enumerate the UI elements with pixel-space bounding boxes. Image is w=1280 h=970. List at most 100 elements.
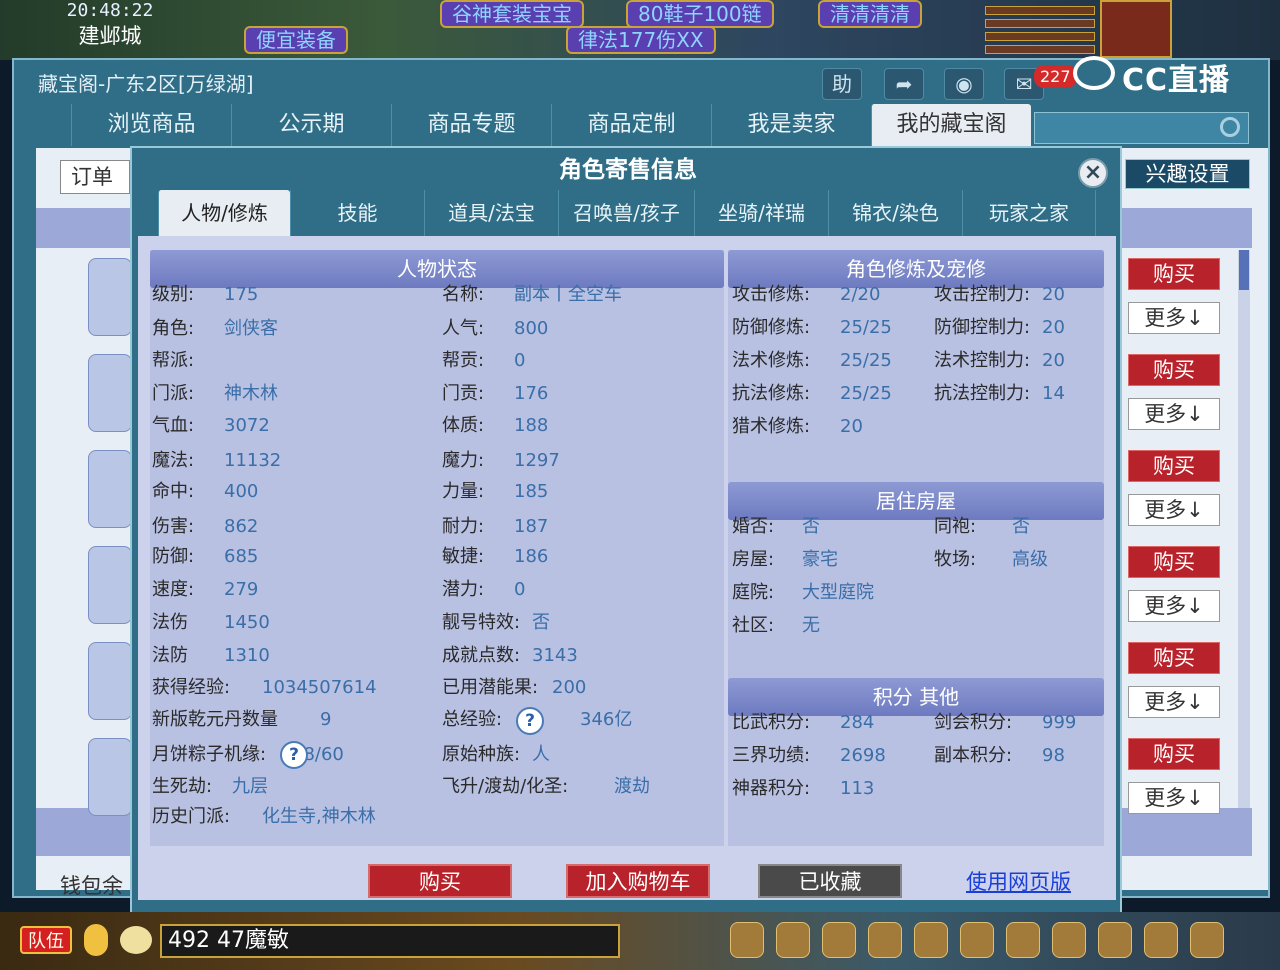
player-avatar[interactable] [1100,0,1172,58]
chat-tag-1: 谷神套装宝宝 [440,0,584,28]
tab-costumes[interactable]: 锦衣/染色 [828,190,962,236]
tab-custom[interactable]: 商品定制 [551,104,711,146]
tab-browse[interactable]: 浏览商品 [71,104,231,146]
saved-button[interactable]: 已收藏 [758,864,902,898]
house-value: 无 [802,615,820,636]
chat-input[interactable]: 492 47魔敏 [160,924,620,958]
list-buy-button[interactable]: 购买 [1128,354,1220,386]
score-value: 98 [1042,745,1065,766]
add-to-cart-button[interactable]: 加入购物车 [566,864,710,898]
status-label: 名称: [442,284,485,305]
cult-label: 法术控制力: [934,350,1031,371]
list-item-thumbnail[interactable] [88,258,132,336]
list-scrollbar[interactable] [1238,250,1250,808]
list-item-thumbnail[interactable] [88,546,132,624]
search-input[interactable] [1034,112,1249,144]
map-icon[interactable] [868,922,902,958]
cult-value: 2/20 [840,284,881,305]
microphone-icon[interactable] [84,924,108,956]
score-label: 比武积分: [732,712,811,733]
status-label: 已用潜能果: [442,677,539,698]
list-more-button[interactable]: 更多↓ [1128,398,1220,430]
friends-icon[interactable] [1098,922,1132,958]
interest-settings-button[interactable]: 兴趣设置 [1125,159,1250,189]
tab-seller[interactable]: 我是卖家 [711,104,871,146]
status-label: 命中: [152,481,195,502]
list-buy-button[interactable]: 购买 [1128,258,1220,290]
status-value: 188 [514,415,549,436]
system-icon[interactable] [1144,922,1178,958]
status-label: 潜力: [442,579,485,600]
list-more-button[interactable]: 更多↓ [1128,686,1220,718]
record-icon[interactable]: ◉ [944,68,984,100]
quest-icon[interactable] [1052,922,1086,958]
status-label: 级别: [152,284,195,305]
status-value: 346亿 [580,709,633,730]
status-label: 角色: [152,318,195,339]
tab-mounts[interactable]: 坐骑/祥瑞 [694,190,828,236]
status-value: 862 [224,516,259,537]
list-more-button[interactable]: 更多↓ [1128,494,1220,526]
bag-icon[interactable] [730,922,764,958]
treasure-icon[interactable] [822,922,856,958]
use-web-version-link[interactable]: 使用网页版 [966,866,1071,896]
cc-logo-icon [1073,56,1115,90]
list-more-button[interactable]: 更多↓ [1128,782,1220,814]
list-item-thumbnail[interactable] [88,354,132,432]
list-item-thumbnail[interactable] [88,450,132,528]
cult-label: 法术修炼: [732,350,811,371]
tab-items[interactable]: 道具/法宝 [424,190,558,236]
house-value: 大型庭院 [802,582,874,603]
dialog-content: 人物状态 角色修炼及宠修 居住房屋 积分 其他 级别: 175 角色: 剑侠客 帮派: 门… [138,236,1116,900]
tab-topics[interactable]: 商品专题 [391,104,551,146]
pet-icon[interactable] [914,922,948,958]
status-value: 剑侠客 [224,318,278,339]
list-buy-button[interactable]: 购买 [1128,546,1220,578]
tab-character[interactable]: 人物/修炼 [158,190,290,236]
close-icon[interactable]: × [1078,158,1108,188]
status-label: 门派: [152,383,195,404]
share-icon[interactable]: ➦ [884,68,924,100]
equipment-icon[interactable] [776,922,810,958]
status-header: 人物状态 [150,250,724,288]
list-buy-button[interactable]: 购买 [1128,450,1220,482]
status-value: 187 [514,516,549,537]
list-more-button[interactable]: 更多↓ [1128,590,1220,622]
tab-skills[interactable]: 技能 [290,190,424,236]
cult-value: 14 [1042,383,1065,404]
list-buy-button[interactable]: 购买 [1128,738,1220,770]
search-icon[interactable] [1220,117,1240,137]
status-label: 门贡: [442,383,485,404]
cult-value: 25/25 [840,350,892,371]
order-button[interactable]: 订单 [60,160,130,194]
help-icon[interactable]: ? [280,741,308,769]
game-clock: 20:48:22 建邺城 [30,0,190,54]
tab-player-home[interactable]: 玩家之家 [962,190,1096,236]
status-value: 0 [514,350,526,371]
status-label: 伤害: [152,516,195,537]
chat-bubble-icon[interactable] [120,926,152,954]
status-label: 耐力: [442,516,485,537]
gang-icon[interactable] [1006,922,1040,958]
tab-pets[interactable]: 召唤兽/孩子 [558,190,694,236]
team-button[interactable]: 队伍 [20,926,72,954]
house-value: 否 [802,516,820,537]
list-item-thumbnail[interactable] [88,738,132,816]
cult-label: 防御修炼: [732,317,811,338]
settings-icon[interactable] [1190,922,1224,958]
help-icon[interactable]: ? [516,707,544,735]
status-value: 800 [514,318,549,339]
buy-button[interactable]: 购买 [368,864,512,898]
cc-live-logo: CC直播 [1122,63,1231,98]
tab-my-cangbaoge[interactable]: 我的藏宝阁 [871,104,1031,146]
role-sale-info-dialog: 角色寄售信息 × 人物/修炼 技能 道具/法宝 召唤兽/孩子 坐骑/祥瑞 锦衣/… [130,146,1122,916]
status-label: 成就点数: [442,645,521,666]
scrollbar-thumb[interactable] [1239,250,1249,290]
team-icon[interactable] [960,922,994,958]
list-more-button[interactable]: 更多↓ [1128,302,1220,334]
list-buy-button[interactable]: 购买 [1128,642,1220,674]
tab-public[interactable]: 公示期 [231,104,391,146]
help-button[interactable]: 助 [822,68,862,100]
list-item-thumbnail[interactable] [88,642,132,720]
city-name: 建邺城 [78,24,142,48]
